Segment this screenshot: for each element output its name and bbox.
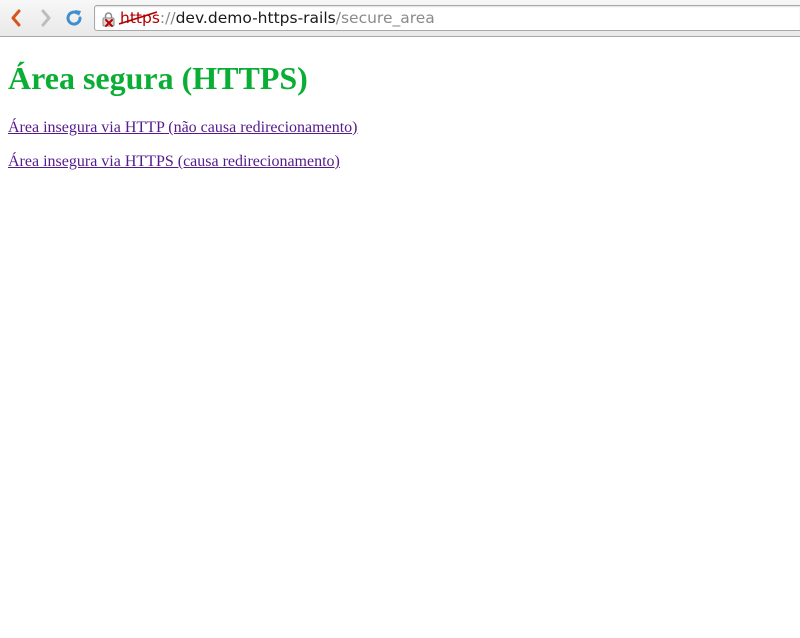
url-path: /secure_area [335, 9, 435, 27]
page-content: Área segura (HTTPS) Área insegura via HT… [8, 37, 357, 187]
address-bar[interactable]: https://dev.demo-https-rails/secure_area [94, 5, 800, 31]
reload-icon [66, 10, 82, 26]
insecure-lock-icon[interactable] [101, 11, 117, 27]
chevron-right-icon [41, 9, 51, 27]
url-scheme: https [119, 9, 160, 27]
url-host: dev.demo-https-rails [175, 9, 336, 27]
http-insecure-link[interactable]: Área insegura via HTTP (não causa redire… [8, 119, 357, 137]
url-separator: :// [159, 9, 176, 27]
back-button[interactable] [6, 8, 26, 28]
link-list: Área insegura via HTTP (não causa redire… [8, 119, 357, 171]
browser-toolbar: https://dev.demo-https-rails/secure_area [0, 0, 800, 37]
url-text: https://dev.demo-https-rails/secure_area [119, 8, 435, 28]
https-insecure-link[interactable]: Área insegura via HTTPS (causa redirecio… [8, 153, 357, 171]
page-title: Área segura (HTTPS) [8, 60, 308, 96]
reload-button[interactable] [64, 8, 84, 28]
chevron-left-icon [11, 9, 21, 27]
forward-button[interactable] [36, 8, 56, 28]
